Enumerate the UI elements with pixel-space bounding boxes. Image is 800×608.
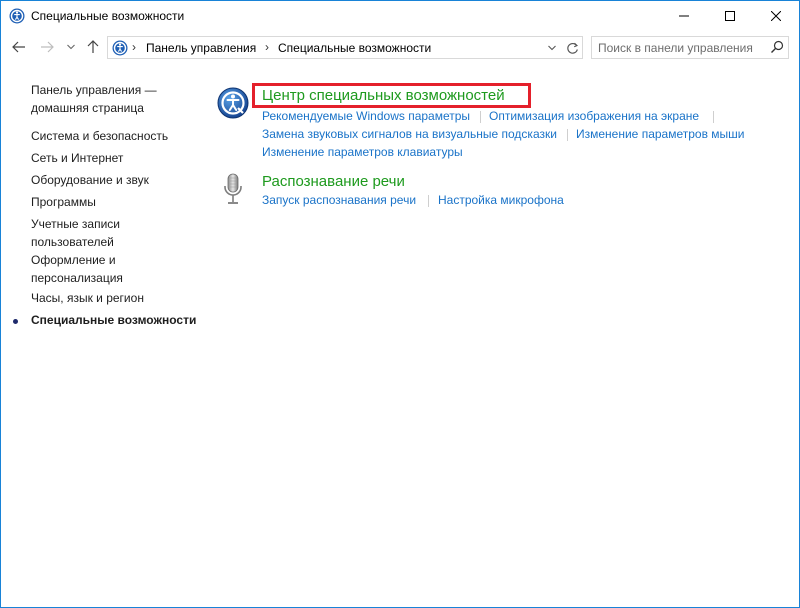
sidebar-item-system-security[interactable]: Система и безопасность xyxy=(31,127,201,145)
sidebar-item-ease-of-access[interactable]: Специальные возможности xyxy=(31,311,201,329)
optimize-display-link[interactable]: Оптимизация изображения на экране xyxy=(489,109,699,123)
ease-of-access-icon xyxy=(9,8,25,24)
keyboard-settings-link[interactable]: Изменение параметров клавиатуры xyxy=(262,145,463,159)
recent-locations-button[interactable] xyxy=(63,39,79,55)
refresh-icon xyxy=(566,42,578,54)
up-arrow-icon xyxy=(87,40,99,53)
breadcrumb-control-panel[interactable]: Панель управления xyxy=(146,41,256,55)
minimize-icon xyxy=(679,15,689,17)
address-dropdown-button[interactable] xyxy=(544,40,560,56)
close-button[interactable] xyxy=(753,1,799,31)
visual-alternatives-link[interactable]: Замена звуковых сигналов на визуальные п… xyxy=(262,127,557,141)
recommended-settings-link[interactable]: Рекомендуемые Windows параметры xyxy=(262,109,470,123)
microphone-icon[interactable] xyxy=(217,173,249,207)
chevron-down-icon xyxy=(67,44,75,50)
search-input[interactable] xyxy=(592,37,768,58)
search-icon[interactable] xyxy=(770,40,784,54)
up-button[interactable] xyxy=(85,39,101,55)
link-separator xyxy=(428,195,429,207)
ease-of-access-icon xyxy=(112,40,128,56)
mouse-settings-link[interactable]: Изменение параметров мыши xyxy=(576,127,745,141)
link-separator xyxy=(567,129,568,141)
title-bar[interactable]: Специальные возможности xyxy=(1,1,799,31)
sidebar-item-hardware-sound[interactable]: Оборудование и звук xyxy=(31,171,201,189)
sidebar-item-programs[interactable]: Программы xyxy=(31,193,201,211)
chevron-right-icon[interactable]: › xyxy=(265,40,269,54)
back-arrow-icon xyxy=(12,41,25,53)
minimize-button[interactable] xyxy=(661,1,707,31)
speech-recognition-link[interactable]: Распознавание речи xyxy=(262,173,405,190)
sidebar-item-clock-language[interactable]: Часы, язык и регион xyxy=(31,289,201,307)
address-bar[interactable]: › Панель управления › Специальные возмож… xyxy=(107,36,583,59)
maximize-button[interactable] xyxy=(707,1,753,31)
link-separator xyxy=(713,111,714,123)
sidebar-item-control-panel-home[interactable]: Панель управления — домашняя страница xyxy=(31,81,201,117)
breadcrumb-ease-of-access[interactable]: Специальные возможности xyxy=(278,41,431,55)
forward-arrow-icon xyxy=(41,41,54,53)
search-box[interactable] xyxy=(591,36,789,59)
sidebar-item-network-internet[interactable]: Сеть и Интернет xyxy=(31,149,201,167)
sidebar-item-appearance[interactable]: Оформление и персонализация xyxy=(31,251,201,287)
window-title: Специальные возможности xyxy=(31,9,185,23)
chevron-right-icon[interactable]: › xyxy=(132,40,136,54)
back-button[interactable] xyxy=(11,39,27,55)
control-panel-window: Специальные возможности › Панель управле… xyxy=(0,0,800,608)
chevron-down-icon xyxy=(548,45,556,51)
maximize-icon xyxy=(725,11,735,21)
sidebar-item-user-accounts[interactable]: Учетные записи пользователей xyxy=(31,215,201,251)
setup-microphone-link[interactable]: Настройка микрофона xyxy=(438,193,564,207)
ease-of-access-center-link[interactable]: Центр специальных возможностей xyxy=(262,87,505,104)
close-icon xyxy=(771,11,781,21)
navigation-bar: › Панель управления › Специальные возмож… xyxy=(1,31,799,65)
current-item-bullet xyxy=(13,319,18,324)
refresh-button[interactable] xyxy=(564,40,580,56)
link-separator xyxy=(480,111,481,123)
start-speech-recognition-link[interactable]: Запуск распознавания речи xyxy=(262,193,416,207)
forward-button[interactable] xyxy=(39,39,55,55)
left-navigation-pane: Панель управления — домашняя страница Си… xyxy=(1,71,206,591)
ease-of-access-icon[interactable] xyxy=(217,87,249,121)
